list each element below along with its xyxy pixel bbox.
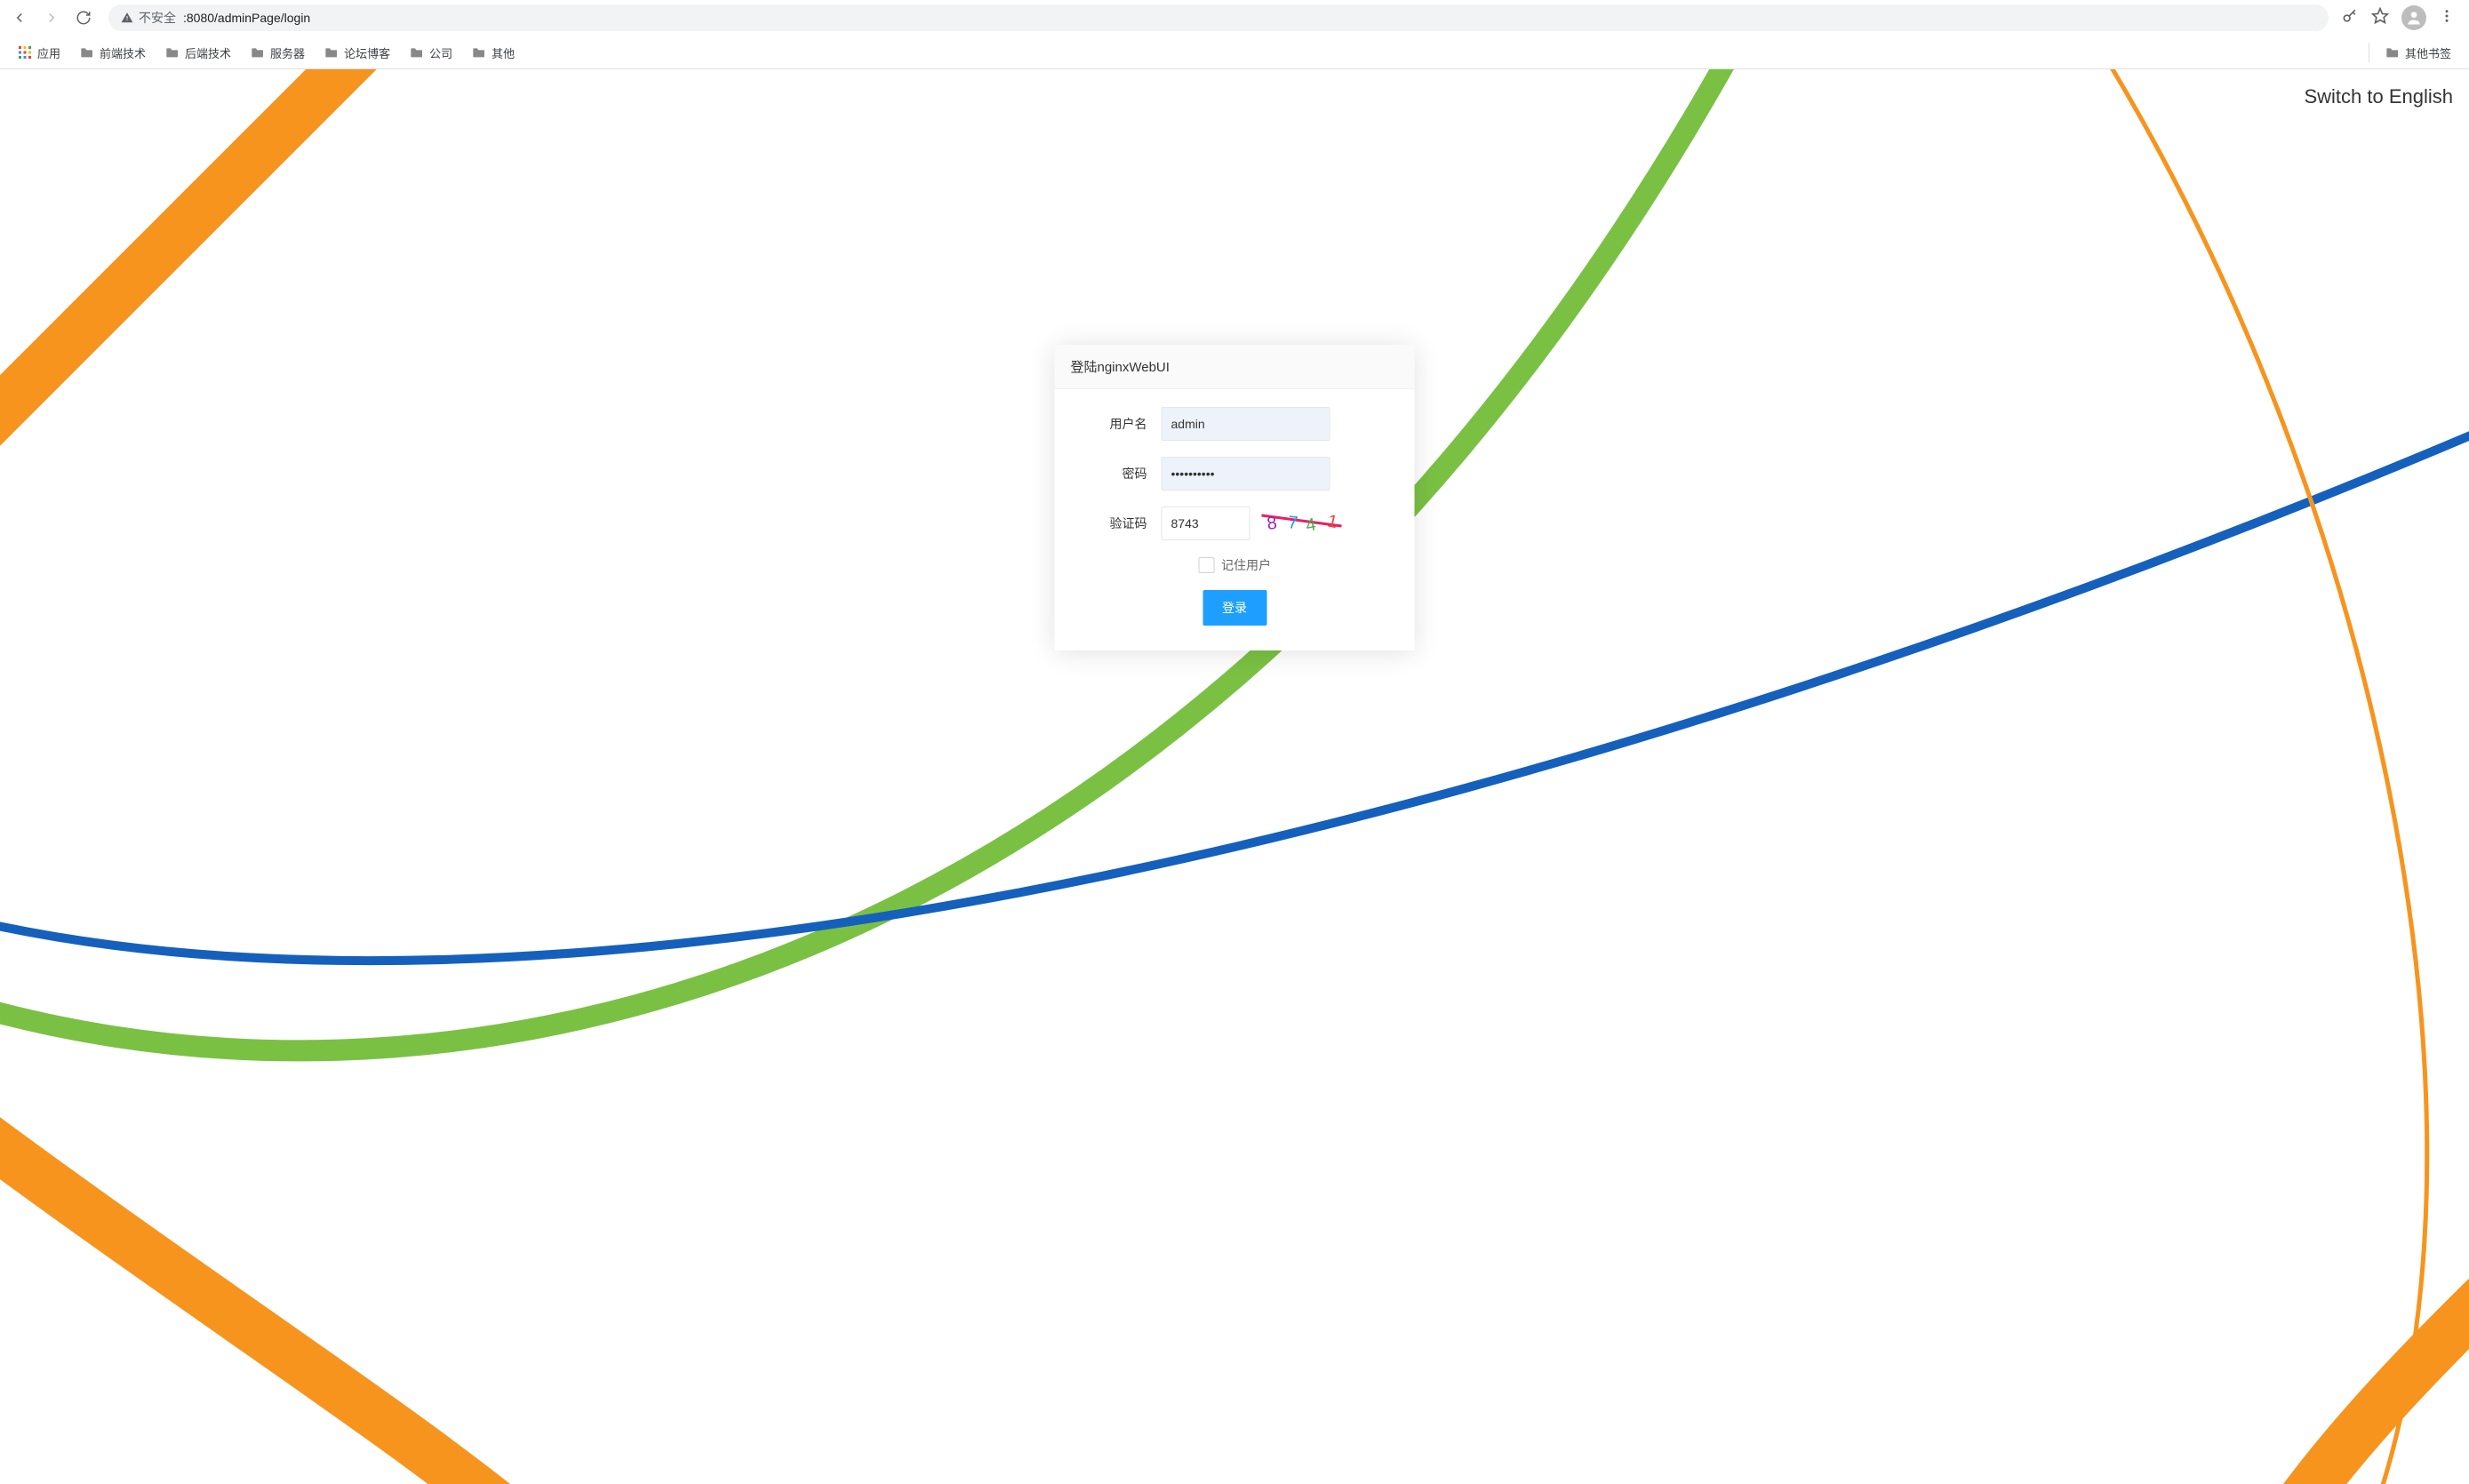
folder-icon: [251, 46, 265, 59]
folder-icon: [410, 46, 424, 59]
captcha-input[interactable]: [1162, 507, 1250, 540]
username-input[interactable]: [1162, 407, 1330, 441]
browser-toolbar: 不安全 :8080/adminPage/login: [0, 0, 2469, 36]
svg-text:4: 4: [1305, 515, 1318, 536]
arrow-right-icon: [44, 10, 60, 26]
folder-icon: [80, 46, 94, 59]
toolbar-right: [2341, 5, 2462, 30]
bookmarks-bar: 应用 前端技术 后端技术 服务器 论坛博客 公司 其他 其: [0, 36, 2469, 69]
browser-chrome: 不安全 :8080/adminPage/login 应用: [0, 0, 2469, 69]
bookmark-other[interactable]: 其他书签: [2378, 41, 2458, 65]
remember-label: 记住用户: [1221, 556, 1271, 574]
svg-text:7: 7: [1287, 513, 1298, 533]
language-switch-link[interactable]: Switch to English: [2304, 85, 2453, 108]
folder-icon: [165, 46, 180, 59]
bookmark-label: 其他: [491, 44, 515, 61]
card-body: 用户名 密码 验证码 8 7 4: [1055, 389, 1415, 650]
card-title: 登陆nginxWebUI: [1055, 345, 1415, 389]
svg-text:1: 1: [1325, 511, 1338, 532]
username-label: 用户名: [1076, 415, 1162, 433]
login-button[interactable]: 登录: [1203, 590, 1266, 626]
bookmark-apps[interactable]: 应用: [11, 41, 68, 65]
bookmark-folder-0[interactable]: 前端技术: [73, 41, 153, 65]
reload-icon: [76, 10, 92, 26]
bookmark-apps-label: 应用: [37, 44, 60, 61]
bookmark-folder-2[interactable]: 服务器: [244, 41, 312, 65]
folder-icon: [324, 46, 339, 59]
arrow-left-icon: [12, 10, 28, 26]
captcha-image[interactable]: 8 7 4 1: [1258, 508, 1346, 539]
key-icon[interactable]: [2341, 7, 2359, 29]
bookmark-label: 公司: [429, 44, 452, 61]
nav-reload-button[interactable]: [71, 5, 96, 30]
bookmark-label: 前端技术: [100, 44, 146, 61]
remember-row: 记住用户: [1076, 556, 1394, 574]
password-label: 密码: [1076, 465, 1162, 483]
insecure-label: 不安全: [139, 9, 176, 27]
user-icon: [2405, 9, 2423, 27]
page-viewport: Switch to English 登陆nginxWebUI 用户名 密码 验证…: [0, 69, 2469, 1484]
bookmark-folder-3[interactable]: 论坛博客: [317, 41, 397, 65]
star-icon[interactable]: [2371, 7, 2389, 29]
address-url: :8080/adminPage/login: [183, 11, 310, 25]
submit-row: 登录: [1076, 590, 1394, 626]
background-decoration: [0, 69, 2469, 1484]
nav-forward-button[interactable]: [39, 5, 64, 30]
menu-icon[interactable]: [2439, 8, 2455, 28]
nav-back-button[interactable]: [7, 5, 32, 30]
folder-icon: [2385, 46, 2400, 59]
bookmark-label: 后端技术: [185, 44, 231, 61]
insecure-warning: 不安全: [121, 9, 176, 27]
bookmark-folder-4[interactable]: 公司: [403, 41, 459, 65]
bookmark-label: 服务器: [270, 44, 305, 61]
captcha-label: 验证码: [1076, 515, 1162, 532]
username-row: 用户名: [1076, 407, 1394, 441]
warning-icon: [121, 12, 133, 24]
user-avatar[interactable]: [2401, 5, 2426, 30]
address-bar[interactable]: 不安全 :8080/adminPage/login: [108, 4, 2329, 31]
bookmark-folder-1[interactable]: 后端技术: [158, 41, 238, 65]
bookmark-other-label: 其他书签: [2405, 44, 2451, 61]
password-row: 密码: [1076, 457, 1394, 491]
bookmark-label: 论坛博客: [344, 44, 390, 61]
bookmark-folder-5[interactable]: 其他: [465, 41, 522, 65]
captcha-row: 验证码 8 7 4 1: [1076, 507, 1394, 540]
password-input[interactable]: [1162, 457, 1330, 491]
folder-icon: [472, 46, 486, 59]
apps-icon: [18, 45, 32, 60]
login-card: 登陆nginxWebUI 用户名 密码 验证码: [1055, 345, 1415, 650]
remember-checkbox[interactable]: [1198, 557, 1214, 573]
